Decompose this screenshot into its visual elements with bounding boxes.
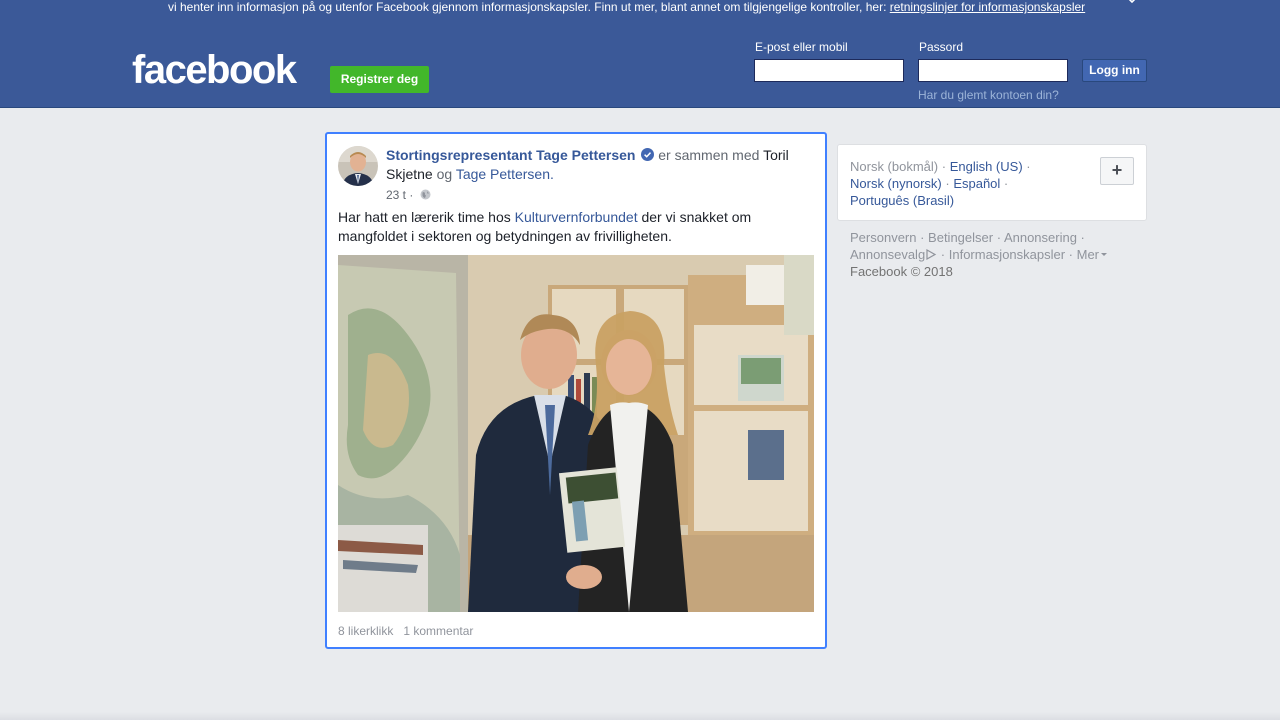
post-author-link[interactable]: Stortingsrepresentant Tage Pettersen [386, 147, 635, 163]
language-separator: · [1000, 176, 1009, 191]
email-label: E-post eller mobil [755, 40, 848, 54]
post-meta: 23 t · [386, 187, 431, 203]
facebook-logo[interactable]: facebook [132, 46, 297, 94]
footer-link-terms[interactable]: Betingelser [928, 230, 993, 245]
meta-separator: · [406, 188, 414, 202]
login-button[interactable]: Logg inn [1082, 59, 1147, 82]
email-field[interactable] [754, 59, 904, 82]
post-header: Stortingsrepresentant Tage Pettersen er … [386, 146, 806, 184]
adchoices-icon[interactable] [925, 247, 937, 261]
footer-link-advertising[interactable]: Annonsering [1004, 230, 1077, 245]
post-timestamp[interactable]: 23 t [386, 188, 406, 202]
tagged-person-2-link[interactable]: Tage Pettersen. [456, 166, 554, 182]
avatar[interactable] [338, 146, 378, 186]
post-body: Har hatt en lærerik time hos Kulturvernf… [338, 208, 808, 246]
language-separator: · [941, 176, 954, 191]
password-field[interactable] [918, 59, 1068, 82]
current-language: Norsk (bokmål) [850, 159, 939, 174]
post-text-start: Har hatt en lærerik time hos [338, 209, 515, 225]
footer-links: Personvern · Betingelser · Annonsering ·… [850, 229, 1140, 280]
footer-separator: · [916, 230, 929, 245]
chevron-down-icon[interactable] [1101, 253, 1108, 256]
footer-link-more[interactable]: Mer [1077, 247, 1099, 262]
post-card: Stortingsrepresentant Tage Pettersen er … [325, 132, 827, 649]
globe-icon [420, 188, 431, 200]
cookie-banner: vi henter inn informasjon på og utenfor … [0, 0, 1280, 25]
post-photo[interactable] [338, 255, 814, 612]
and-text: og [436, 166, 453, 182]
top-header: facebook Registrer deg E-post eller mobi… [0, 25, 1280, 108]
comments-count[interactable]: 1 kommentar [403, 624, 473, 638]
forgot-account-link[interactable]: Har du glemt kontoen din? [918, 88, 1059, 102]
password-label: Passord [919, 40, 964, 54]
language-separator: · [938, 159, 950, 174]
copyright-text: Facebook © 2018 [850, 264, 953, 279]
close-icon[interactable] [1124, 0, 1140, 10]
cookie-policy-link[interactable]: retningslinjer for informasjonskapsler [890, 0, 1085, 14]
register-button[interactable]: Registrer deg [330, 66, 429, 93]
footer-link-adchoices[interactable]: Annonsevalg [850, 247, 925, 262]
language-list: Norsk (bokmål) · English (US) · Norsk (n… [850, 158, 1090, 209]
footer-separator: · [937, 247, 949, 262]
more-languages-button[interactable]: + [1100, 157, 1134, 185]
language-selector: Norsk (bokmål) · English (US) · Norsk (n… [837, 144, 1147, 221]
cookie-banner-message: vi henter inn informasjon på og utenfor … [168, 0, 890, 14]
post-stats: 8 likerklikk 1 kommentar [338, 623, 473, 639]
language-option[interactable]: Norsk (nynorsk) [850, 176, 942, 191]
page-bottom-edge [0, 712, 1280, 720]
language-option[interactable]: Español [953, 176, 1000, 191]
verified-badge-icon [641, 147, 655, 161]
footer-link-cookies[interactable]: Informasjonskapsler [949, 247, 1065, 262]
footer-separator: · [1065, 247, 1077, 262]
language-option[interactable]: English (US) [950, 159, 1023, 174]
likes-count[interactable]: 8 likerklikk [338, 624, 393, 638]
footer-separator: · [1076, 230, 1085, 245]
footer-separator: · [993, 230, 1004, 245]
language-separator: · [1022, 159, 1031, 174]
cookie-banner-text: vi henter inn informasjon på og utenfor … [168, 0, 1085, 14]
footer-link-privacy[interactable]: Personvern [850, 230, 916, 245]
language-option[interactable]: Português (Brasil) [850, 193, 954, 208]
with-text: er sammen med [658, 147, 760, 163]
post-page-link[interactable]: Kulturvernforbundet [515, 209, 638, 225]
